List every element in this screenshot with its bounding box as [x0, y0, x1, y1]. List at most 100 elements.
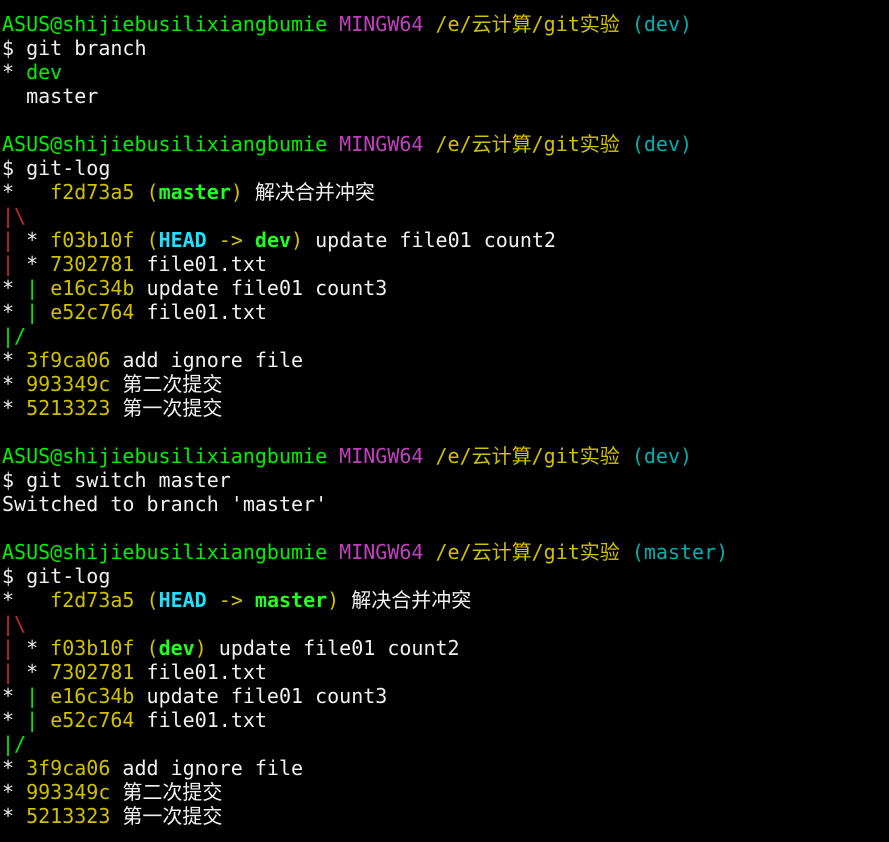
terminal-window[interactable]: ASUS@shijiebusilixiangbumie MINGW64 /e/云…	[0, 0, 889, 842]
terminal-text: |	[2, 636, 15, 660]
terminal-text: MINGW64	[339, 12, 424, 36]
terminal-line: * 993349c 第二次提交	[2, 372, 889, 396]
terminal-text: *	[14, 660, 51, 684]
terminal-text: master	[2, 84, 99, 108]
terminal-text: *	[2, 372, 27, 396]
terminal-line: |/	[2, 324, 889, 348]
terminal-text: |/	[2, 732, 27, 756]
terminal-text: dev	[158, 636, 195, 660]
terminal-text: (	[146, 180, 159, 204]
terminal-text: update file01 count3	[134, 276, 388, 300]
terminal-line: $ git switch master	[2, 468, 889, 492]
terminal-text: dev	[26, 60, 63, 84]
terminal-text: |	[26, 300, 39, 324]
terminal-text: MINGW64	[339, 540, 424, 564]
terminal-text: *	[2, 348, 27, 372]
terminal-text: HEAD	[158, 228, 207, 252]
terminal-text: 解决合并冲突	[339, 588, 472, 612]
terminal-text: add ignore file	[110, 348, 304, 372]
terminal-text: master	[158, 180, 231, 204]
terminal-line: | * 7302781 file01.txt	[2, 660, 889, 684]
terminal-text: update file01 count3	[134, 684, 388, 708]
terminal-text: |	[2, 228, 15, 252]
terminal-text: add ignore file	[110, 756, 304, 780]
terminal-text: *	[14, 636, 51, 660]
terminal-text: /e/云计算/git实验	[435, 12, 620, 36]
terminal-line: * 3f9ca06 add ignore file	[2, 348, 889, 372]
terminal-text: update file01 count2	[303, 228, 556, 252]
terminal-text: f03b10f	[50, 228, 135, 252]
terminal-text: *	[2, 180, 51, 204]
terminal-line: | * 7302781 file01.txt	[2, 252, 889, 276]
terminal-text: dev	[254, 228, 292, 252]
terminal-text: /e/云计算/git实验	[435, 540, 620, 564]
terminal-text: )	[327, 588, 340, 612]
terminal-text: HEAD	[158, 588, 207, 612]
terminal-line: * 993349c 第二次提交	[2, 780, 889, 804]
terminal-text: file01.txt	[134, 300, 267, 324]
terminal-line: * | e16c34b update file01 count3	[2, 684, 889, 708]
terminal-text: |	[26, 276, 39, 300]
terminal-line: * 3f9ca06 add ignore file	[2, 756, 889, 780]
terminal-text: *	[2, 396, 27, 420]
terminal-text: $ git branch	[2, 36, 147, 60]
terminal-text: e16c34b	[50, 276, 135, 300]
terminal-line: master	[2, 84, 889, 108]
terminal-text: 5213323	[26, 804, 111, 828]
terminal-line: * | e16c34b update file01 count3	[2, 276, 889, 300]
terminal-text: *	[2, 588, 51, 612]
terminal-text: MINGW64	[339, 132, 424, 156]
terminal-text: ->	[206, 588, 255, 612]
terminal-text: *	[2, 300, 27, 324]
terminal-text: |	[2, 660, 15, 684]
terminal-text: e52c764	[50, 300, 135, 324]
terminal-line: * | e52c764 file01.txt	[2, 300, 889, 324]
terminal-text: 3f9ca06	[26, 756, 111, 780]
terminal-line: * dev	[2, 60, 889, 84]
terminal-text: *	[2, 60, 27, 84]
terminal-text: )	[194, 636, 207, 660]
terminal-line: ASUS@shijiebusilixiangbumie MINGW64 /e/云…	[2, 540, 889, 564]
terminal-text: ASUS@shijiebusilixiangbumie	[2, 12, 328, 36]
terminal-text: (dev)	[631, 132, 693, 156]
terminal-text: ASUS@shijiebusilixiangbumie	[2, 444, 328, 468]
terminal-line: * f2d73a5 (HEAD -> master) 解决合并冲突	[2, 588, 889, 612]
terminal-text: (master)	[631, 540, 729, 564]
terminal-text: )	[291, 228, 304, 252]
terminal-text: 第二次提交	[110, 780, 223, 804]
terminal-text: *	[2, 780, 27, 804]
terminal-line: |\	[2, 204, 889, 228]
terminal-text: master	[254, 588, 328, 612]
terminal-line: | * f03b10f (HEAD -> dev) update file01 …	[2, 228, 889, 252]
terminal-text: *	[2, 276, 27, 300]
terminal-text: |	[26, 708, 39, 732]
terminal-text: update file01 count2	[206, 636, 460, 660]
terminal-line: $ git-log	[2, 156, 889, 180]
terminal-text: f2d73a5	[50, 180, 135, 204]
terminal-text: |/	[2, 324, 27, 348]
terminal-text: |\	[2, 612, 27, 636]
terminal-text: MINGW64	[339, 444, 424, 468]
terminal-text: $ git-log	[2, 156, 111, 180]
terminal-text: e52c764	[50, 708, 135, 732]
terminal-text: (dev)	[631, 12, 693, 36]
terminal-text: (	[146, 228, 159, 252]
terminal-text: *	[2, 684, 27, 708]
terminal-text: (	[146, 588, 159, 612]
terminal-text: Switched to branch 'master'	[2, 492, 328, 516]
terminal-text: |\	[2, 204, 27, 228]
